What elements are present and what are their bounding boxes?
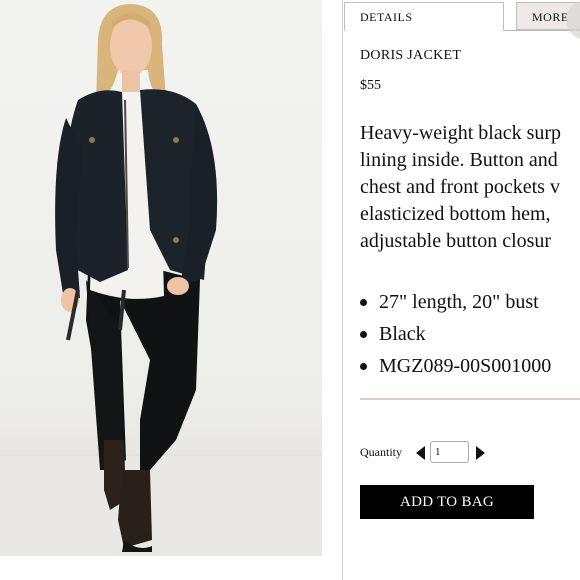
list-item: MGZ089-00S001000 [360,350,551,382]
quantity-label: Quantity [360,445,402,459]
section-divider [360,398,580,400]
panel-divider [342,0,343,580]
description-line: Heavy-weight black surp [360,122,562,144]
quantity-input[interactable] [430,441,469,463]
tab-details[interactable]: DETAILS [344,2,504,30]
description-line: lining inside. Button and [360,149,558,171]
spec-color: Black [379,323,426,345]
spec-sku: MGZ089-00S001000 [379,355,552,377]
add-to-bag-button[interactable]: ADD TO BAG [360,485,534,519]
bullet-icon [360,331,367,338]
bullet-icon [360,299,367,306]
product-name: DORIS JACKET [360,48,462,63]
description-line: elasticized bottom hem, [360,203,551,225]
product-photo [0,0,322,556]
product-specs-list: 27" length, 20" bust Black MGZ089-00S001… [360,286,551,382]
bullet-icon [360,363,367,370]
product-price: $55 [360,78,381,93]
model-illustration [0,4,322,556]
list-item: Black [360,318,551,350]
spec-measurements: 27" length, 20" bust [379,291,539,313]
quantity-increase-arrow-icon[interactable] [476,446,485,460]
list-item: 27" length, 20" bust [360,286,551,318]
active-tab-gap [345,30,503,31]
description-line: chest and front pockets v [360,176,560,198]
description-line: adjustable button closur [360,230,552,252]
quantity-decrease-arrow-icon[interactable] [416,446,425,460]
product-description: Heavy-weight black surp lining inside. B… [360,120,580,255]
